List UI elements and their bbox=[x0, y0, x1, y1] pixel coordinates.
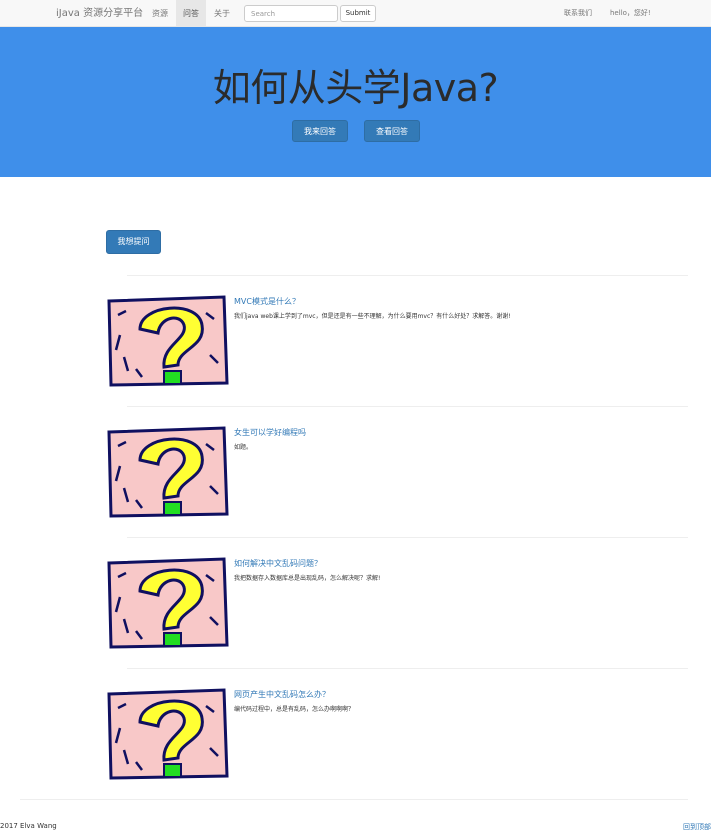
question-title[interactable]: 如何解决中文乱码问题？ bbox=[234, 558, 322, 569]
navbar: iJava 资源分享平台 资源 问答 关于 Submit 联系我们 hello，… bbox=[0, 0, 711, 27]
question-title[interactable]: MVC模式是什么？ bbox=[234, 296, 300, 307]
divider bbox=[127, 406, 688, 407]
nav-item-qa[interactable]: 问答 bbox=[176, 0, 206, 27]
view-answers-button[interactable]: 查看回答 bbox=[364, 120, 420, 142]
nav-item-resources[interactable]: 资源 bbox=[146, 0, 174, 27]
question-title[interactable]: 网页产生中文乱码怎么办？ bbox=[234, 689, 330, 700]
jumbotron: 如何从头学Java? 我来回答 查看回答 bbox=[0, 27, 711, 177]
question-description: 我们java web课上学到了mvc，但是还是有一些不理解，为什么要用mvc？有… bbox=[234, 313, 511, 320]
question-mark-icon[interactable] bbox=[106, 295, 229, 387]
question-description: 如题。 bbox=[234, 444, 253, 451]
answer-button[interactable]: 我来回答 bbox=[292, 120, 348, 142]
copyright: 2017 Elva Wang bbox=[0, 822, 57, 830]
submit-button[interactable]: Submit bbox=[340, 5, 376, 22]
divider bbox=[127, 537, 688, 538]
contact-link[interactable]: 联系我们 bbox=[564, 0, 592, 27]
brand-link[interactable]: iJava 资源分享平台 bbox=[56, 0, 143, 27]
question-description: 我把数据存入数据库总是出现乱码，怎么解决呢？求解! bbox=[234, 575, 381, 582]
search-input[interactable] bbox=[244, 5, 338, 22]
nav-item-about[interactable]: 关于 bbox=[208, 0, 236, 27]
page-title: 如何从头学Java? bbox=[212, 66, 499, 110]
question-mark-icon[interactable] bbox=[106, 557, 229, 649]
divider bbox=[127, 668, 688, 669]
question-description: 编代码过程中，总是有乱码，怎么办啊啊啊？ bbox=[234, 706, 355, 713]
question-mark-icon[interactable] bbox=[106, 688, 229, 780]
question-title[interactable]: 女生可以学好编程吗 bbox=[234, 427, 306, 438]
question-mark-icon[interactable] bbox=[106, 426, 229, 518]
footer-divider bbox=[20, 799, 688, 800]
divider bbox=[127, 275, 688, 276]
ask-question-button[interactable]: 我想提问 bbox=[106, 230, 161, 254]
back-to-top-link[interactable]: 回到顶部 bbox=[683, 822, 711, 832]
greeting-link[interactable]: hello，您好! bbox=[610, 0, 651, 27]
